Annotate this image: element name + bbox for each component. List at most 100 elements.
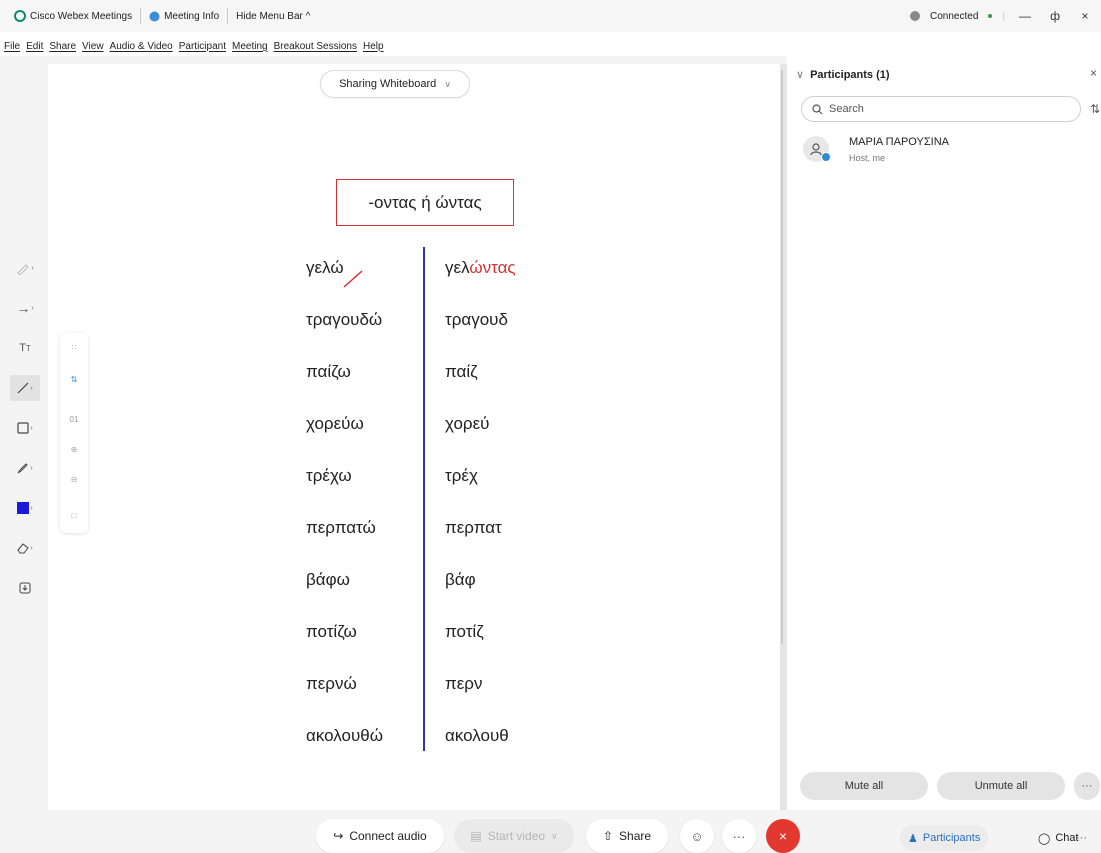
- participle-stem: περν: [445, 674, 483, 693]
- chevron-down-icon: ∨: [551, 830, 558, 841]
- line-icon: [17, 382, 29, 394]
- share-icon: ⇧: [602, 829, 614, 843]
- menu-share[interactable]: Share: [49, 41, 76, 52]
- line-tool[interactable]: ›: [10, 375, 40, 401]
- menu-participant[interactable]: Participant: [179, 41, 226, 52]
- shape-tool[interactable]: ›: [10, 415, 40, 441]
- info-icon: [149, 11, 160, 21]
- share-button[interactable]: ⇧ Share: [586, 819, 668, 853]
- participle-stem: χορεύ: [445, 414, 490, 433]
- participle-right: ακολουθ: [445, 726, 509, 746]
- participants-tab-button[interactable]: ♟ Participants: [900, 825, 989, 851]
- reactions-button[interactable]: ☺: [680, 819, 714, 853]
- participle-right: τρέχ: [445, 466, 478, 486]
- zoom-level: 01: [69, 415, 79, 424]
- start-video-button[interactable]: ▤ Start video ∨: [454, 819, 574, 853]
- pen-tool-disabled[interactable]: ›: [10, 255, 40, 281]
- sort-icon[interactable]: ⇅: [1090, 102, 1100, 116]
- share-label: Share: [619, 829, 652, 843]
- menu-audio-video[interactable]: Audio & Video: [110, 41, 173, 52]
- whiteboard-canvas[interactable]: [48, 64, 780, 810]
- square-icon: [17, 422, 29, 434]
- meeting-info-button[interactable]: Meeting Info: [141, 8, 229, 24]
- verb-left: χορεύω: [306, 414, 364, 433]
- whiteboard-title: -οντας ή ώντας: [368, 192, 482, 212]
- participle-stem: τραγουδ: [445, 310, 508, 329]
- verb-left: ακολουθώ: [306, 726, 383, 745]
- participle-right: παίζ: [445, 362, 478, 382]
- participle-stem: τρέχ: [445, 466, 478, 485]
- participle-stem: ποτίζ: [445, 622, 484, 641]
- connection-icon: [910, 11, 921, 21]
- participle-suffix: ώντας: [469, 258, 516, 277]
- pointer-pen-icon: [17, 264, 30, 275]
- participle-right: περπατ: [445, 518, 502, 538]
- webex-logo-icon: [14, 10, 26, 22]
- participant-search-input[interactable]: Search: [801, 96, 1081, 122]
- start-video-label: Start video: [487, 829, 546, 843]
- menu-file[interactable]: File: [4, 41, 20, 52]
- sync-icon[interactable]: ⇅: [60, 375, 88, 384]
- pen-icon: [17, 463, 29, 474]
- connect-audio-label: Connect audio: [349, 829, 427, 843]
- grid-icon[interactable]: ∷: [60, 343, 88, 352]
- participants-title: Participants (1): [810, 68, 890, 81]
- menu-edit[interactable]: Edit: [26, 41, 43, 52]
- separator: |: [1002, 10, 1005, 22]
- participle-right: χορεύ: [445, 414, 489, 434]
- more-options-button[interactable]: ···: [722, 819, 756, 853]
- verb-left: περπατώ: [306, 518, 376, 537]
- chevron-down-icon: ∨: [796, 69, 805, 81]
- participle-right: περν: [445, 674, 482, 694]
- color-picker[interactable]: ›: [10, 495, 40, 521]
- participle-stem: γελ: [445, 258, 470, 277]
- menu-view[interactable]: View: [82, 41, 104, 52]
- participle-stem: βάφ: [445, 570, 476, 589]
- sharing-whiteboard-dropdown[interactable]: Sharing Whiteboard ∨: [320, 70, 470, 98]
- arrow-right-icon: →: [16, 300, 31, 316]
- verb-left: τρέχω: [306, 466, 352, 485]
- meeting-info-label: Meeting Info: [164, 10, 220, 22]
- connect-audio-button[interactable]: ↪ Connect audio: [316, 819, 444, 853]
- participle-stem: παίζ: [445, 362, 478, 381]
- text-tool[interactable]: TT: [10, 335, 40, 361]
- arrow-tool[interactable]: → ›: [10, 295, 40, 321]
- participants-header[interactable]: ∨ Participants (1): [796, 68, 890, 82]
- end-meeting-button[interactable]: ×: [766, 819, 800, 853]
- participle-stem: ακολουθ: [445, 726, 509, 745]
- bottom-more-button[interactable]: ···: [1068, 825, 1095, 851]
- menu-meeting[interactable]: Meeting: [232, 41, 268, 52]
- zoom-in-icon[interactable]: ⊕: [60, 445, 88, 454]
- hide-menu-bar-button[interactable]: Hide Menu Bar ^: [228, 8, 318, 24]
- scrollbar[interactable]: [781, 70, 783, 644]
- connect-audio-icon: ↪: [333, 829, 344, 843]
- sub-toolbar: ∷ ⇅ 01 ⊕ ⊖ □: [60, 333, 88, 533]
- close-panel-icon[interactable]: ×: [1090, 66, 1097, 80]
- menu-bar: File Edit Share View Audio & Video Parti…: [0, 36, 384, 56]
- eraser-tool[interactable]: ›: [10, 535, 40, 561]
- save-tool[interactable]: [10, 575, 40, 601]
- zoom-out-icon[interactable]: ⊖: [60, 475, 88, 484]
- participant-role: Host, me: [849, 153, 886, 163]
- participant-row[interactable]: ΜΑΡΙΑ ΠΑΡΟΥΣΙΝΑ Host, me: [800, 131, 1080, 171]
- participant-name: ΜΑΡΙΑ ΠΑΡΟΥΣΙΝΑ: [849, 136, 949, 148]
- verb-left: περνώ: [306, 674, 357, 693]
- pen-tool[interactable]: ›: [10, 455, 40, 481]
- search-icon: [812, 103, 823, 114]
- unmute-all-button[interactable]: Unmute all: [937, 772, 1065, 800]
- participle-right: γελώντας: [445, 258, 516, 278]
- panel-more-button[interactable]: ···: [1074, 772, 1100, 800]
- strike-mark-icon: [343, 270, 363, 288]
- video-icon: ▤: [470, 829, 482, 843]
- menu-help[interactable]: Help: [363, 41, 384, 52]
- mute-all-button[interactable]: Mute all: [800, 772, 928, 800]
- menu-breakout-sessions[interactable]: Breakout Sessions: [274, 41, 357, 52]
- restore-button[interactable]: ф: [1045, 9, 1065, 23]
- fit-icon[interactable]: □: [60, 511, 88, 520]
- close-window-button[interactable]: ×: [1075, 9, 1095, 23]
- close-icon: ×: [778, 828, 788, 844]
- minimize-button[interactable]: —: [1015, 9, 1035, 23]
- column-divider: [423, 247, 425, 751]
- text-icon: TT: [19, 342, 31, 354]
- color-swatch-icon: [17, 502, 30, 514]
